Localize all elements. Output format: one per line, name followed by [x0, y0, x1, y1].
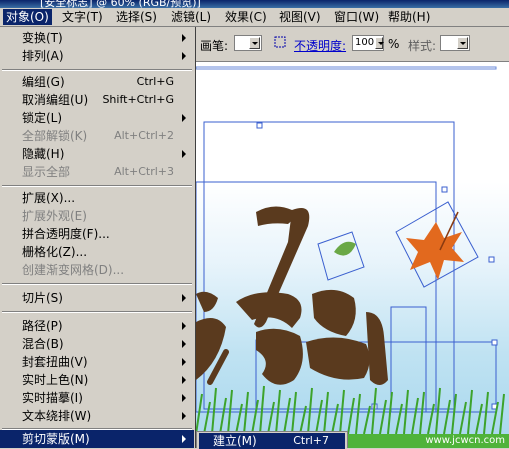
menu-item-label: 剪切蒙版(M)	[22, 432, 90, 446]
menu-item-transform[interactable]: 变换(T)	[0, 29, 194, 47]
menu-window[interactable]: 窗口(W)	[331, 9, 382, 25]
menu-item-label: 扩展(X)...	[22, 191, 76, 205]
menu-item-label: 实时上色(N)	[22, 373, 89, 387]
chevron-right-icon	[182, 52, 186, 60]
menu-item-label: 创建渐变网格(D)...	[22, 263, 125, 277]
menu-separator	[2, 185, 192, 187]
menu-item-shortcut: Alt+Ctrl+3	[114, 165, 174, 178]
brush-label: 画笔:	[200, 39, 229, 53]
menu-item-label: 实时描摹(I)	[22, 391, 83, 405]
menu-item-arrange[interactable]: 排列(A)	[0, 47, 194, 65]
chevron-right-icon	[182, 340, 186, 348]
menu-separator	[2, 311, 192, 313]
artboard[interactable]: www.jcwcn.com	[196, 62, 509, 448]
chevron-down-icon	[457, 37, 468, 49]
menu-item-label: 建立(M)	[213, 434, 257, 448]
menu-item-label: 全部解锁(K)	[22, 129, 88, 143]
chevron-down-icon	[249, 37, 260, 49]
menu-item-group[interactable]: 编组(G) Ctrl+G	[0, 73, 194, 91]
chevron-right-icon	[182, 435, 186, 443]
menu-help[interactable]: 帮助(H)	[385, 9, 433, 25]
menu-item-label: 混合(B)	[22, 337, 64, 351]
menu-item-label: 栅格化(Z)...	[22, 245, 88, 259]
chevron-right-icon	[182, 376, 186, 384]
menu-item-shortcut: Ctrl+7	[293, 434, 329, 447]
chevron-right-icon	[182, 394, 186, 402]
opacity-input[interactable]: 100	[352, 35, 384, 51]
menu-item-ungroup[interactable]: 取消编组(U) Shift+Ctrl+G	[0, 91, 194, 109]
control-bar: 画笔: 不透明度: 100 % 样式:	[196, 27, 509, 62]
object-menu: 变换(T) 排列(A) 编组(G) Ctrl+G 取消编组(U) Shift+Ctr…	[0, 27, 196, 448]
menu-item-expand-appearance: 扩展外观(E)	[0, 207, 194, 225]
menu-effect[interactable]: 效果(C)	[222, 9, 270, 25]
menu-item-rasterize[interactable]: 栅格化(Z)...	[0, 243, 194, 261]
menu-item-label: 显示全部	[22, 165, 71, 179]
menu-item-live-paint[interactable]: 实时上色(N)	[0, 371, 194, 389]
menu-item-label: 排列(A)	[22, 49, 64, 63]
menu-item-label: 封套扭曲(V)	[22, 355, 88, 369]
clipping-mask-submenu: 建立(M) Ctrl+7	[196, 431, 348, 449]
menu-object[interactable]: 对象(O)	[3, 9, 52, 25]
chevron-right-icon	[375, 37, 384, 49]
menu-select[interactable]: 选择(S)	[113, 9, 160, 25]
style-select[interactable]	[440, 35, 470, 51]
menu-item-flatten-transparency[interactable]: 拼合透明度(F)...	[0, 225, 194, 243]
chevron-right-icon	[182, 358, 186, 366]
menu-item-shortcut: Ctrl+G	[136, 75, 174, 88]
menu-item-label: 编组(G)	[22, 75, 65, 89]
opacity-icon	[274, 36, 286, 51]
opacity-unit: %	[388, 37, 400, 51]
menu-view[interactable]: 视图(V)	[276, 9, 324, 25]
menu-item-label: 路径(P)	[22, 319, 63, 333]
menu-item-clipping-mask[interactable]: 剪切蒙版(M)	[0, 430, 194, 448]
menu-item-expand[interactable]: 扩展(X)...	[0, 189, 194, 207]
chevron-right-icon	[182, 294, 186, 302]
submenu-item-make[interactable]: 建立(M) Ctrl+7	[199, 433, 345, 449]
brush-select[interactable]	[234, 35, 262, 51]
menu-item-blend[interactable]: 混合(B)	[0, 335, 194, 353]
menu-item-create-gradient-mesh: 创建渐变网格(D)...	[0, 261, 194, 279]
chevron-right-icon	[182, 34, 186, 42]
menu-item-unlock-all: 全部解锁(K) Alt+Ctrl+2	[0, 127, 194, 145]
menu-item-slice[interactable]: 切片(S)	[0, 289, 194, 307]
menu-item-path[interactable]: 路径(P)	[0, 317, 194, 335]
chevron-right-icon	[182, 114, 186, 122]
chevron-right-icon	[182, 150, 186, 158]
artwork	[196, 66, 509, 448]
menu-filter[interactable]: 滤镜(L)	[168, 9, 214, 25]
style-label: 样式:	[408, 39, 437, 53]
menu-separator	[2, 69, 192, 71]
menu-item-lock[interactable]: 锁定(L)	[0, 109, 194, 127]
menu-item-hide[interactable]: 隐藏(H)	[0, 145, 194, 163]
chevron-right-icon	[182, 412, 186, 420]
menu-item-label: 隐藏(H)	[22, 147, 65, 161]
menu-type[interactable]: 文字(T)	[59, 9, 106, 25]
menu-item-shortcut: Alt+Ctrl+2	[114, 129, 174, 142]
menu-separator	[2, 283, 192, 285]
menu-item-label: 扩展外观(E)	[22, 209, 87, 223]
menu-item-envelope-distort[interactable]: 封套扭曲(V)	[0, 353, 194, 371]
menu-item-shortcut: Shift+Ctrl+G	[102, 93, 174, 106]
menu-item-show-all: 显示全部 Alt+Ctrl+3	[0, 163, 194, 181]
chevron-right-icon	[182, 322, 186, 330]
title-bar: [安全标志] @ 60% (RGB/预览)]	[0, 0, 509, 9]
opacity-value: 100	[355, 37, 375, 48]
opacity-label[interactable]: 不透明度:	[294, 37, 346, 54]
menu-item-label: 锁定(L)	[22, 111, 63, 125]
menu-item-live-trace[interactable]: 实时描摹(I)	[0, 389, 194, 407]
watermark-text: www.jcwcn.com	[425, 435, 505, 446]
menu-item-label: 拼合透明度(F)...	[22, 227, 110, 241]
menu-item-label: 切片(S)	[22, 291, 63, 305]
menu-item-label: 文本绕排(W)	[22, 409, 92, 423]
menu-item-label: 变换(T)	[22, 31, 63, 45]
menu-item-label: 取消编组(U)	[22, 93, 89, 107]
menu-bar: 对象(O) 文字(T) 选择(S) 滤镜(L) 效果(C) 视图(V) 窗口(W…	[0, 8, 509, 27]
menu-item-text-wrap[interactable]: 文本绕排(W)	[0, 407, 194, 425]
